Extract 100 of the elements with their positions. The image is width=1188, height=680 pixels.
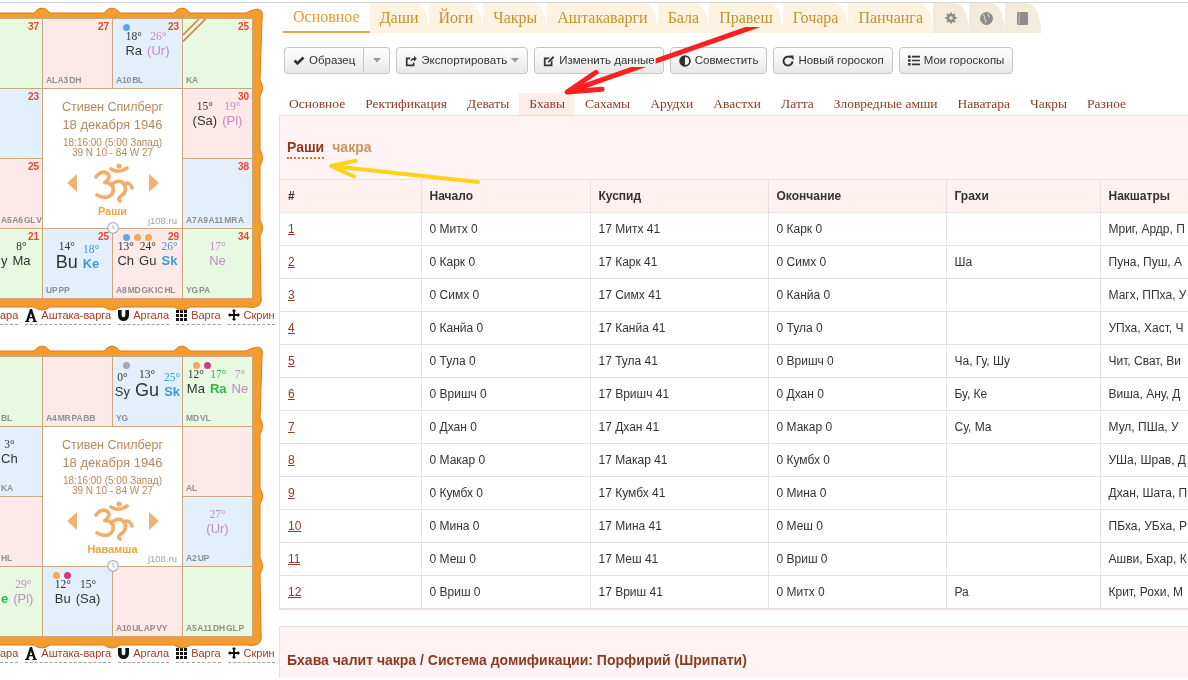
dropdown-button[interactable] xyxy=(364,47,391,74)
left-triangle-icon[interactable] xyxy=(66,174,77,192)
section-tab[interactable]: Наватара xyxy=(947,93,1020,115)
font-icon xyxy=(25,308,38,322)
house-number: 23 xyxy=(27,92,39,102)
toolbar-button[interactable]: Мои гороскопы xyxy=(898,47,1014,74)
chart-link[interactable]: Скрин xyxy=(227,646,275,663)
section-tab[interactable]: Арудхи xyxy=(640,93,704,115)
planet-name: (Pl) xyxy=(13,591,34,606)
row-link[interactable]: 11 xyxy=(288,552,301,566)
column-header: Начало xyxy=(421,179,590,213)
planet-degree: 27° xyxy=(209,508,226,521)
house-number: 25 xyxy=(27,162,39,172)
section-tab[interactable]: Авастхи xyxy=(703,93,772,115)
icon-tab[interactable] xyxy=(969,3,1005,33)
planet-degree: 0° xyxy=(117,371,128,384)
table-cell: 0 Кумбх 0 xyxy=(421,476,590,510)
planet-name: Ra xyxy=(125,43,143,58)
chart-link[interactable]: Аштака-варга xyxy=(25,646,112,663)
row-link[interactable]: 5 xyxy=(288,354,295,368)
grid-icon xyxy=(176,309,188,321)
toolbar-button[interactable]: Новый гороскоп xyxy=(773,47,893,74)
planet-name: (Sa) xyxy=(192,113,218,128)
toolbar-button[interactable]: Экспортировать xyxy=(396,47,529,74)
edit-icon xyxy=(543,54,556,67)
row-link[interactable]: 1 xyxy=(288,222,295,236)
section-tab[interactable]: Латта xyxy=(771,93,824,115)
planet-name: Ke xyxy=(82,256,100,271)
toolbar-button[interactable]: Совместить xyxy=(669,47,768,74)
table-cell: 17 Карк 41 xyxy=(590,245,768,279)
chart-link[interactable]: Аштака-варга xyxy=(25,308,112,325)
chart-link[interactable]: Аргала xyxy=(118,308,170,325)
section-tab[interactable]: Чакры xyxy=(1019,93,1078,115)
row-link[interactable]: 2 xyxy=(288,255,295,269)
chart-link[interactable]: Варга xyxy=(176,646,221,663)
table-cell: 17 Тула 41 xyxy=(590,344,768,378)
row-link[interactable]: 4 xyxy=(288,321,295,335)
section-tab[interactable]: Деваты xyxy=(457,93,520,115)
row-link[interactable]: 7 xyxy=(288,420,295,434)
column-header: Окончание xyxy=(768,179,946,213)
table-cell: Бу, Ке xyxy=(946,377,1100,411)
table-cell: 0 Тула 0 xyxy=(421,344,590,378)
chart-view-tab[interactable]: Раши xyxy=(287,139,325,159)
planet-name: Gu xyxy=(135,381,160,399)
right-triangle-icon[interactable] xyxy=(148,512,159,530)
row-link[interactable]: 10 xyxy=(288,519,302,533)
chart-link[interactable]: Варга xyxy=(176,308,221,325)
section-tab[interactable]: Ректификация xyxy=(355,93,458,115)
planet-name: Gu xyxy=(139,253,157,268)
planet-name: Sy xyxy=(114,384,131,399)
grid-icon xyxy=(176,647,188,659)
chart-link[interactable]: Скрин xyxy=(227,308,275,325)
person-name: Стивен Спилберг xyxy=(61,100,164,114)
right-triangle-icon[interactable] xyxy=(148,174,159,192)
move-arrows-icon xyxy=(227,647,240,659)
icon-tab[interactable] xyxy=(933,3,969,33)
table-cell: 17 Мина 41 xyxy=(590,509,768,543)
planet-name: Ma xyxy=(12,253,31,268)
row-link[interactable]: 12 xyxy=(288,585,302,599)
toolbar-button[interactable]: Образец xyxy=(284,47,365,74)
section-tab[interactable]: Разное xyxy=(1077,93,1137,115)
font-icon xyxy=(25,646,38,660)
planet-degree: 18° xyxy=(125,30,142,43)
section-tab[interactable]: Основное xyxy=(279,93,356,115)
planet-degree: 8° xyxy=(16,240,27,253)
house-label: AL xyxy=(186,483,198,493)
row-link[interactable]: 6 xyxy=(288,387,295,401)
house-label: KA xyxy=(186,75,199,85)
planet-degree: 26° xyxy=(161,240,178,253)
house-label: AL A3 DH xyxy=(46,75,83,85)
birth-time: 18:16:00 (5:00 Запад) xyxy=(63,138,162,148)
chart-link[interactable]: ара xyxy=(0,646,19,663)
table-cell: 0 Канйа 0 xyxy=(768,278,946,312)
birth-time: 18:16:00 (5:00 Запад) xyxy=(63,476,162,486)
planet-name: y xyxy=(1,253,8,268)
planet-name: Sk xyxy=(161,253,178,268)
table-cell: 17 Митх 41 xyxy=(590,212,768,246)
toolbar-button[interactable]: Изменить данные xyxy=(534,47,664,74)
house-label: A5 A11 DH GL P xyxy=(186,623,245,633)
planet-degree: 7° xyxy=(234,368,245,381)
left-triangle-icon[interactable] xyxy=(66,512,77,530)
row-link[interactable]: 9 xyxy=(288,486,295,500)
table-cell: Чит, Сват, Ви xyxy=(1100,344,1188,378)
table-cell: Су, Ма xyxy=(946,410,1100,444)
section-tab[interactable]: Сахамы xyxy=(575,93,641,115)
row-link[interactable]: 3 xyxy=(288,288,295,302)
section-tab[interactable]: Бхавы xyxy=(519,93,575,115)
chart-link[interactable]: ара xyxy=(0,308,19,325)
row-link[interactable]: 8 xyxy=(288,453,295,467)
table-cell: 0 Дхан 0 xyxy=(768,377,946,411)
house-label: A10 BL xyxy=(116,75,145,85)
check-icon xyxy=(293,55,305,66)
table-cell: 0 Меш 0 xyxy=(421,542,590,576)
icon-tab[interactable] xyxy=(1005,3,1041,33)
section-tab[interactable]: Зловредные амши xyxy=(823,93,948,115)
planet-name: (Ur) xyxy=(147,43,170,58)
chart-link[interactable]: Аргала xyxy=(118,646,170,663)
house-label: KA xyxy=(1,483,14,493)
magnet-icon xyxy=(118,309,130,321)
planet-degree: 3° xyxy=(4,438,15,451)
